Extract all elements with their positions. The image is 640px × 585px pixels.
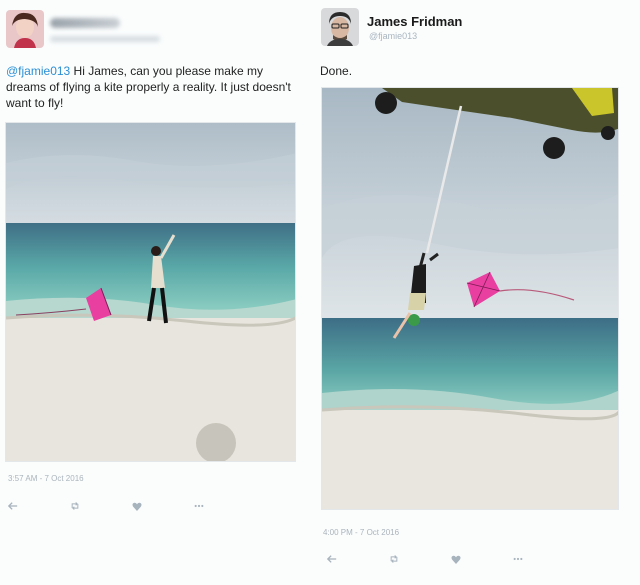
avatar[interactable] — [6, 10, 44, 48]
reply-icon[interactable] — [327, 554, 337, 564]
blurred-handle — [50, 36, 160, 42]
retweet-icon[interactable] — [70, 501, 80, 511]
original-tweet: @fjamie013 Hi James, can you please make… — [0, 0, 310, 585]
avatar[interactable] — [321, 8, 359, 46]
tweet-text: Done. — [320, 64, 353, 78]
reply-icon[interactable] — [8, 501, 18, 511]
mention-link[interactable]: @fjamie013 — [6, 64, 70, 78]
more-icon[interactable] — [194, 501, 204, 511]
tweet-photo[interactable] — [5, 122, 296, 462]
like-icon[interactable] — [132, 501, 142, 511]
like-icon[interactable] — [451, 554, 461, 564]
more-icon[interactable] — [513, 554, 523, 564]
timestamp[interactable]: 3:57 AM - 7 Oct 2016 — [8, 474, 84, 483]
action-bar — [327, 554, 575, 564]
blurred-name — [50, 18, 120, 28]
tweet-photo[interactable] — [321, 87, 619, 510]
retweet-icon[interactable] — [389, 554, 399, 564]
handle[interactable]: @fjamie013 — [369, 31, 417, 41]
reply-tweet: James Fridman @fjamie013 Done. 4:00 PM -… — [315, 0, 640, 585]
action-bar — [8, 501, 256, 511]
tweet-text: @fjamie013 Hi James, can you please make… — [6, 63, 304, 111]
display-name[interactable]: James Fridman — [367, 14, 462, 29]
timestamp[interactable]: 4:00 PM - 7 Oct 2016 — [323, 528, 399, 537]
